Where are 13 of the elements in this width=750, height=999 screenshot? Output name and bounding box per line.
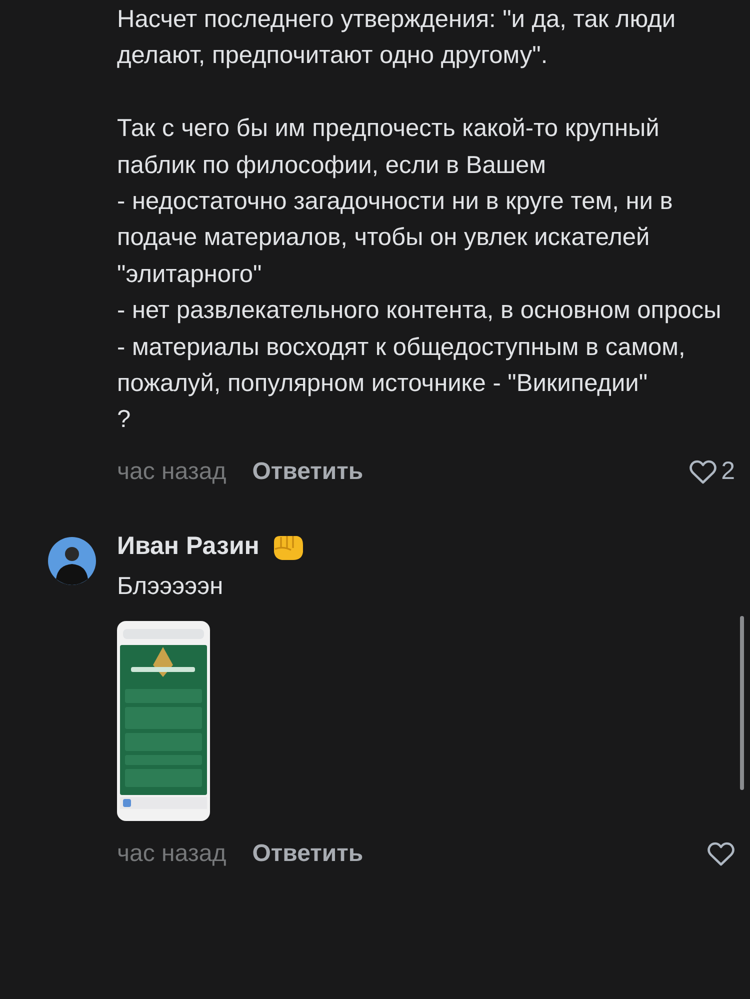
timestamp: час назад <box>117 840 226 868</box>
comment-text: Насчет последнего утверждения: "и да, так люди делают, предпочитают одно другому". Так с чего бы им предпочесть какой-то крупный паблик по философии, если в Вашем - недостаточно загадочности ни в круге тем, ни в подаче материалов, чтобы он увлек искателей "элитарного" - нет развлекательного контента, в основном опросы - материалы восходят к общедоступным в самом, пожалуй, популярном источнике - "Википедии" ? <box>117 5 722 436</box>
avatar[interactable] <box>48 536 96 585</box>
reply-button[interactable]: Ответить <box>252 458 364 486</box>
timestamp: час назад <box>117 458 226 486</box>
like-button[interactable] <box>707 841 735 868</box>
like-button[interactable]: 2 <box>689 457 735 486</box>
heart-icon <box>689 458 718 485</box>
reply-button[interactable]: Ответить <box>252 840 364 868</box>
scrollbar[interactable] <box>740 616 744 790</box>
heart-icon <box>707 841 735 868</box>
author-name[interactable]: Иван Разин <box>117 532 260 562</box>
comment-text: Блэээээн <box>117 572 224 602</box>
